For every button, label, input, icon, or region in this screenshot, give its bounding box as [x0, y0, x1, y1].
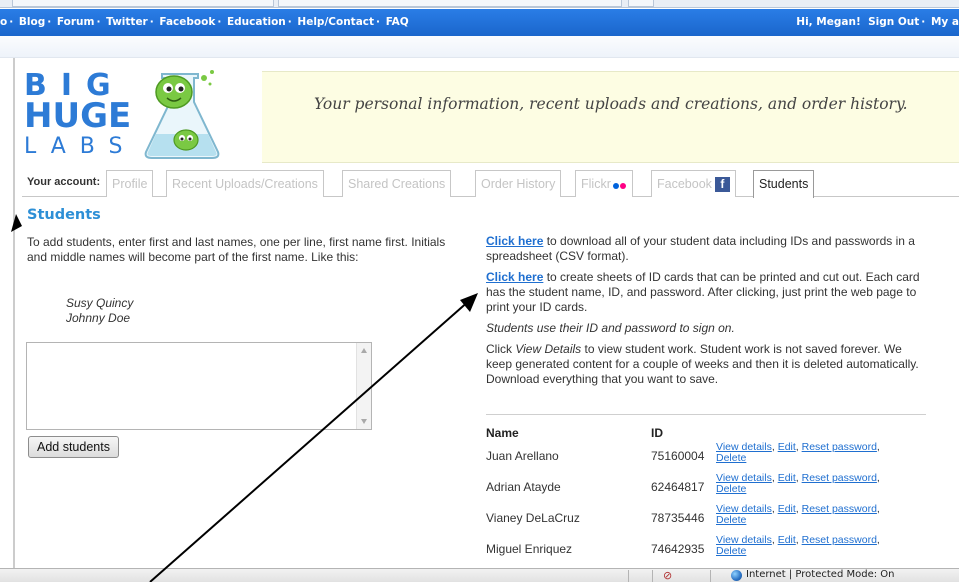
student-actions: View details, Edit, Reset password, Delet… — [716, 503, 880, 526]
add-students-instructions: To add students, enter first and last na… — [27, 235, 446, 264]
nav-item-help-contact[interactable]: Help/Contact — [297, 16, 374, 28]
edit-link[interactable]: Edit — [778, 472, 796, 484]
example-name: Susy Quincy — [66, 296, 134, 310]
student-names-textarea[interactable] — [26, 342, 372, 430]
account-tabs: Your account: Profile Recent Uploads/Cre… — [22, 167, 959, 198]
browser-tab[interactable] — [278, 0, 622, 7]
student-name: Adrian Atayde — [486, 480, 561, 494]
tab-shared-creations[interactable]: Shared Creations — [342, 170, 452, 197]
flask-mascot-icon — [144, 70, 220, 159]
section-divider — [486, 414, 926, 415]
student-data-info: Click here to download all of your stude… — [486, 234, 926, 393]
nav-item-blog[interactable]: Blog — [19, 16, 45, 28]
browser-tab[interactable] — [12, 0, 274, 7]
student-row: Juan Arellano 75160004 View details, Edit,… — [486, 442, 926, 473]
student-actions: View details, Edit, Reset password, Delet… — [716, 472, 880, 495]
nav-item-truncated[interactable]: o — [0, 16, 7, 28]
tab-order-history[interactable]: Order History — [475, 170, 562, 197]
student-id: 75160004 — [651, 449, 705, 463]
security-shield-icon[interactable]: ⊘ — [663, 569, 672, 582]
column-header-id: ID — [651, 426, 663, 440]
delete-link[interactable]: Delete — [716, 483, 746, 495]
nav-item-forum[interactable]: Forum — [57, 16, 95, 28]
column-header-name: Name — [486, 426, 519, 440]
greeting: Hi, Megan! — [796, 16, 861, 28]
student-id: 78735446 — [651, 511, 705, 525]
site-logo[interactable]: BIG HUGE LABS — [22, 68, 222, 164]
browser-tab-strip — [0, 0, 959, 8]
student-name: Juan Arellano — [486, 449, 559, 463]
my-account-link[interactable]: My a — [931, 16, 959, 28]
student-name: Miguel Enriquez — [486, 542, 573, 556]
page-left-border — [13, 58, 15, 568]
nav-item-education[interactable]: Education — [227, 16, 286, 28]
student-row: Miguel Enriquez 74642935 View details, Edi… — [486, 535, 926, 566]
flickr-icon — [612, 178, 627, 192]
site-top-nav: o · Blog · Forum · Twitter · Facebook · Educa… — [0, 9, 959, 36]
student-actions: View details, Edit, Reset password, Delet… — [716, 441, 880, 464]
student-row: Adrian Atayde 62464817 View details, Edit,… — [486, 473, 926, 504]
security-zone-text: Internet | Protected Mode: On — [746, 569, 895, 580]
logo-word-huge: HUGE — [24, 96, 132, 136]
tab-recent-uploads[interactable]: Recent Uploads/Creations — [166, 170, 324, 197]
arrowhead-icon — [460, 293, 478, 312]
signon-note: Students use their ID and password to si… — [486, 321, 735, 335]
internet-globe-icon — [731, 570, 742, 581]
scroll-up-icon[interactable] — [361, 348, 367, 353]
student-id: 74642935 — [651, 542, 705, 556]
edit-link[interactable]: Edit — [778, 503, 796, 515]
account-tabs-label: Your account: — [27, 176, 101, 188]
textarea-scrollbar[interactable] — [356, 343, 371, 429]
nav-item-faq[interactable]: FAQ — [386, 16, 409, 28]
student-row: Vianey DeLaCruz 78735446 View details, Edi… — [486, 504, 926, 535]
reset-password-link[interactable]: Reset password — [802, 503, 877, 515]
student-actions: View details, Edit, Reset password, Delet… — [716, 534, 880, 557]
reset-password-link[interactable]: Reset password — [802, 534, 877, 546]
student-name: Vianey DeLaCruz — [486, 511, 580, 525]
delete-link[interactable]: Delete — [716, 514, 746, 526]
reset-password-link[interactable]: Reset password — [802, 441, 877, 453]
logo-word-labs: LABS — [24, 134, 137, 159]
tab-flickr[interactable]: Flickr — [575, 170, 633, 197]
delete-link[interactable]: Delete — [716, 545, 746, 557]
edit-link[interactable]: Edit — [778, 534, 796, 546]
student-id: 62464817 — [651, 480, 705, 494]
reset-password-link[interactable]: Reset password — [802, 472, 877, 484]
header-strip — [0, 36, 959, 58]
tab-students[interactable]: Students — [753, 170, 815, 198]
page-banner: Your personal information, recent upload… — [262, 71, 959, 163]
edit-link[interactable]: Edit — [778, 441, 796, 453]
add-students-button[interactable]: Add students — [28, 436, 119, 458]
scroll-down-icon[interactable] — [361, 419, 367, 424]
nav-item-facebook[interactable]: Facebook — [159, 16, 215, 28]
banner-message: Your personal information, recent upload… — [314, 95, 908, 113]
create-id-cards-link[interactable]: Click here — [486, 270, 543, 284]
download-paragraph: Click here to download all of your stude… — [486, 234, 915, 263]
view-details-note: Click View Details to view student work.… — [486, 342, 919, 386]
download-csv-link[interactable]: Click here — [486, 234, 543, 248]
delete-link[interactable]: Delete — [716, 452, 746, 464]
browser-status-bar: ⊘ Internet | Protected Mode: On — [0, 568, 959, 582]
page-title: Students — [27, 207, 101, 223]
nav-item-twitter[interactable]: Twitter — [106, 16, 148, 28]
tab-facebook[interactable]: Facebook f — [651, 170, 736, 197]
tab-profile[interactable]: Profile — [106, 170, 154, 197]
example-name: Johnny Doe — [66, 311, 131, 325]
browser-new-tab[interactable] — [628, 0, 654, 7]
idcards-paragraph: Click here to create sheets of ID cards … — [486, 270, 920, 314]
name-examples: Susy Quincy Johnny Doe — [66, 296, 133, 326]
facebook-icon: f — [714, 177, 730, 193]
sign-out-link[interactable]: Sign Out — [868, 16, 919, 28]
